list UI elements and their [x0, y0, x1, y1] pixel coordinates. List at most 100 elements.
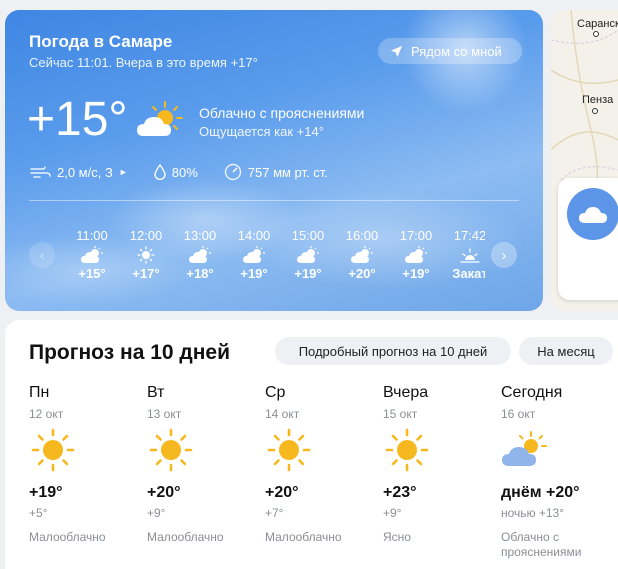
hour-temp: +19° — [240, 266, 268, 281]
hour-time: 17:42 — [453, 228, 485, 243]
hour-time: 17:00 — [399, 228, 433, 243]
humidity-drop-icon — [154, 164, 166, 180]
humidity-value: 80% — [171, 164, 198, 180]
chevron-right-icon: › — [501, 247, 507, 263]
hour-item[interactable]: 11:00 +15° — [67, 228, 117, 281]
partly-cloudy-icon — [391, 246, 441, 266]
sun-icon — [121, 246, 171, 266]
hour-temp: +17° — [132, 266, 160, 281]
nearby-button[interactable]: Рядом со мной — [378, 38, 522, 64]
hour-time: 11:00 — [76, 228, 108, 243]
forecast-day[interactable]: Сегодня 16 окт днём +20° ночью +13° Обла… — [501, 384, 617, 560]
day-name: Пн — [29, 384, 50, 401]
hour-item[interactable]: 14:00 +19° — [229, 228, 279, 281]
day-name: Ср — [265, 384, 286, 401]
ten-day-forecast: Прогноз на 10 дней Подробный прогноз на … — [5, 320, 618, 569]
pressure-gauge-icon — [224, 163, 241, 181]
forecast-day[interactable]: Вчера 15 окт +23° +9° Ясно — [383, 384, 499, 545]
hour-temp: +20° — [348, 266, 376, 281]
day-date: 13 окт — [147, 407, 182, 421]
hour-time: 15:00 — [291, 228, 325, 243]
detailed-forecast-button[interactable]: Подробный прогноз на 10 дней — [275, 337, 511, 365]
partly-cloudy-icon — [67, 246, 117, 266]
pressure-value: 757 мм рт. ст. — [247, 164, 328, 180]
partly-cloudy-icon — [229, 246, 279, 266]
day-low-temp: +5° — [29, 506, 48, 520]
day-high-temp: +23° — [383, 484, 417, 501]
day-condition: Малооблачно — [29, 530, 106, 544]
hour-temp: +15° — [78, 266, 106, 281]
hour-temp: +18° — [186, 266, 214, 281]
forecast-title: Прогноз на 10 дней — [29, 341, 230, 364]
hour-time: 14:00 — [237, 228, 271, 243]
cloudy-icon — [579, 207, 607, 223]
current-temperature: +15° — [27, 93, 128, 146]
day-date: 12 окт — [29, 407, 64, 421]
partly-cloudy-icon — [337, 246, 387, 266]
map-weather-circle — [567, 188, 618, 240]
hour-item[interactable]: 16:00 +20° — [337, 228, 387, 281]
city-title[interactable]: Погода в Самаре — [29, 32, 172, 52]
day-condition: Облачно с прояснениями — [501, 530, 582, 559]
wind-value: 2,0 м/с, З — [57, 164, 113, 180]
month-forecast-button[interactable]: На месяц — [519, 337, 613, 365]
hour-item[interactable]: 13:00 +18° — [175, 228, 225, 281]
day-low-temp: ночью +13° — [501, 506, 565, 520]
day-low-temp: +9° — [383, 506, 402, 520]
hour-temp: Закат — [452, 266, 485, 281]
partly-cloudy-icon — [175, 246, 225, 266]
sunset-icon — [445, 246, 485, 266]
feels-like: Ощущается как +14° — [199, 124, 324, 139]
chevron-left-icon: ‹ — [39, 247, 45, 263]
day-date: 16 окт — [501, 407, 536, 421]
current-weather-card: Погода в Самаре Сейчас 11:01. Вчера в эт… — [5, 10, 543, 311]
hour-item[interactable]: 17:00 +19° — [391, 228, 441, 281]
forecast-day[interactable]: Пн 12 окт +19° +5° Малооблачно — [29, 384, 145, 545]
map-city-label: Саранск — [577, 18, 618, 30]
wind-direction-arrow-icon: ► — [118, 167, 128, 177]
humidity-info: 80% — [154, 164, 198, 180]
hourly-prev-button[interactable]: ‹ — [29, 242, 55, 268]
day-high-temp: +20° — [265, 484, 299, 501]
partly-cloudy-icon — [283, 246, 333, 266]
sun-icon — [265, 426, 381, 474]
hour-time: 12:00 — [129, 228, 163, 243]
hour-item[interactable]: 15:00 +19° — [283, 228, 333, 281]
day-date: 14 окт — [265, 407, 300, 421]
forecast-day[interactable]: Вт 13 окт +20° +9° Малооблачно — [147, 384, 263, 545]
wind-info[interactable]: 2,0 м/с, З ► — [29, 165, 128, 180]
weather-map[interactable]: Саранск Пенза — [551, 10, 618, 311]
forecast-day[interactable]: Ср 14 окт +20° +7° Малооблачно — [265, 384, 381, 545]
partly-cloudy-icon — [137, 101, 183, 136]
day-name: Сегодня — [501, 384, 563, 401]
pressure-info: 757 мм рт. ст. — [224, 163, 328, 181]
day-condition: Малооблачно — [147, 530, 224, 544]
hourly-forecast: 11:00 +15° 12:00 +17° 13:00 +18° 14:00 +… — [67, 228, 485, 288]
current-details: 2,0 м/с, З ► 80% 757 мм рт. ст. — [29, 163, 354, 181]
day-high-temp: днём +20° — [501, 484, 580, 501]
hour-temp: +19° — [402, 266, 430, 281]
hour-time: 13:00 — [183, 228, 217, 243]
day-condition: Ясно — [383, 530, 411, 544]
day-date: 15 окт — [383, 407, 418, 421]
hour-item[interactable]: 17:42 Закат — [445, 228, 485, 281]
hour-temp: +19° — [294, 266, 322, 281]
sun-icon — [383, 426, 499, 474]
sun-icon — [147, 426, 263, 474]
day-low-temp: +9° — [147, 506, 166, 520]
location-arrow-icon — [390, 45, 403, 57]
hour-item[interactable]: 12:00 +17° — [121, 228, 171, 281]
wind-icon — [30, 166, 51, 178]
day-condition: Малооблачно — [265, 530, 342, 544]
nearby-button-label: Рядом со мной — [411, 43, 502, 59]
day-high-temp: +20° — [147, 484, 181, 501]
day-high-temp: +19° — [29, 484, 63, 501]
map-weather-widget[interactable] — [558, 178, 618, 300]
day-low-temp: +7° — [265, 506, 284, 520]
map-city-label: Пенза — [582, 94, 614, 106]
current-condition: Облачно с прояснениями — [199, 105, 365, 121]
hourly-next-button[interactable]: › — [491, 242, 517, 268]
current-time-subtitle: Сейчас 11:01. Вчера в это время +17° — [29, 55, 258, 70]
hour-time: 16:00 — [345, 228, 379, 243]
divider — [29, 200, 519, 201]
